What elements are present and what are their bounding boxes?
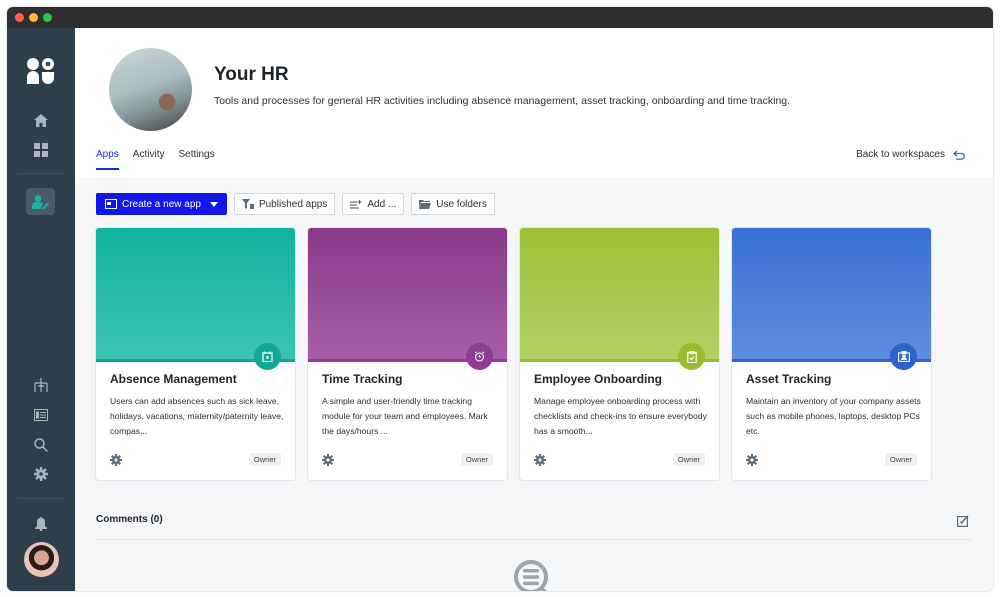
sidebar-item-home[interactable] — [7, 110, 75, 130]
app-settings-gear-icon[interactable] — [534, 453, 546, 471]
back-to-workspaces-link[interactable]: Back to workspaces — [856, 149, 965, 160]
app-card-badge — [254, 343, 281, 370]
add-button[interactable]: Add ... — [342, 193, 405, 215]
user-avatar[interactable] — [24, 542, 59, 577]
app-card-title: Absence Management — [110, 372, 237, 386]
grid-icon — [34, 143, 48, 157]
app-card-badge — [678, 343, 705, 370]
apps-toolbar: Create a new app Published apps Add ... … — [96, 193, 495, 215]
create-new-app-label: Create a new app — [122, 198, 201, 210]
calendar-icon — [262, 351, 273, 362]
app-card-badge — [466, 343, 493, 370]
page-title: Your HR — [214, 64, 289, 85]
alarm-clock-icon — [474, 351, 485, 362]
app-card[interactable]: Absence Management Users can add absence… — [96, 228, 295, 480]
window-titlebar — [7, 7, 993, 28]
app-card-cover — [96, 228, 295, 362]
comments-title: Comments (0) — [96, 514, 163, 525]
app-card-cover — [732, 228, 931, 362]
tab-settings[interactable]: Settings — [178, 149, 214, 170]
page-description: Tools and processes for general HR activ… — [214, 95, 791, 107]
workspace-header: Your HR Tools and processes for general … — [75, 28, 993, 177]
app-card[interactable]: Time Tracking A simple and user-friendly… — [308, 228, 507, 480]
add-label: Add ... — [367, 198, 397, 210]
app-card-title: Asset Tracking — [746, 372, 832, 386]
app-card-description: Users can add absences such as sick leav… — [110, 396, 284, 436]
sidebar-item-notifications[interactable] — [7, 515, 75, 533]
comment-search-icon — [514, 560, 554, 591]
sidebar-item-hr-workspace[interactable] — [26, 188, 55, 215]
create-new-app-button[interactable]: Create a new app — [96, 193, 227, 215]
app-settings-gear-icon[interactable] — [746, 453, 758, 471]
app-card-cover — [520, 228, 719, 362]
add-comment-edit-icon[interactable] — [957, 514, 969, 532]
sidebar — [7, 28, 75, 591]
tab-activity[interactable]: Activity — [133, 149, 165, 170]
published-apps-label: Published apps — [258, 198, 328, 210]
app-settings-gear-icon[interactable] — [110, 453, 122, 471]
workspace-image — [109, 48, 192, 131]
gear-icon — [34, 467, 48, 481]
use-folders-button[interactable]: Use folders — [411, 193, 495, 215]
sidebar-divider — [17, 173, 65, 174]
app-card-title: Time Tracking — [322, 372, 403, 386]
app-logo-icon[interactable] — [7, 56, 75, 86]
app-settings-gear-icon[interactable] — [322, 453, 334, 471]
user-edit-icon — [32, 194, 49, 209]
hierarchy-icon — [34, 378, 48, 392]
app-cards: Absence Management Users can add absence… — [96, 228, 931, 480]
close-window-button[interactable] — [15, 13, 24, 22]
role-badge: Owner — [460, 453, 493, 466]
role-badge: Owner — [248, 453, 281, 466]
search-icon — [34, 438, 48, 452]
app-card[interactable]: Asset Tracking Maintain an inventory of … — [732, 228, 931, 480]
use-folders-label: Use folders — [436, 198, 487, 210]
app-card-description: A simple and user-friendly time tracking… — [322, 396, 488, 436]
clipboard-check-icon — [686, 350, 697, 363]
back-link-label: Back to workspaces — [856, 149, 945, 160]
sidebar-item-search[interactable] — [7, 436, 75, 454]
app-card-description: Manage employee onboarding process with … — [534, 396, 707, 436]
sidebar-item-settings[interactable] — [7, 465, 75, 483]
app-card-title: Employee Onboarding — [534, 372, 663, 386]
sidebar-divider — [17, 498, 65, 499]
main-content: Your HR Tools and processes for general … — [75, 28, 993, 591]
minimize-window-button[interactable] — [29, 13, 38, 22]
workspace-tabs: Apps Activity Settings — [96, 149, 215, 170]
maximize-window-button[interactable] — [43, 13, 52, 22]
app-card[interactable]: Employee Onboarding Manage employee onbo… — [520, 228, 719, 480]
filter-icon — [241, 199, 254, 209]
undo-arrow-icon — [953, 150, 965, 160]
caret-down-icon — [209, 201, 218, 207]
app-card-badge — [890, 343, 917, 370]
table-icon — [34, 409, 48, 421]
app-window: Your HR Tools and processes for general … — [7, 7, 993, 591]
tab-apps[interactable]: Apps — [96, 149, 119, 170]
comments-divider — [96, 539, 972, 540]
app-window-icon — [105, 199, 117, 209]
app-card-cover — [308, 228, 507, 362]
role-badge: Owner — [884, 453, 917, 466]
app-card-description: Maintain an inventory of your company as… — [746, 396, 921, 436]
folder-icon — [419, 199, 432, 209]
bell-icon — [35, 517, 47, 531]
sidebar-item-dashboard[interactable] — [7, 140, 75, 160]
id-badge-icon — [897, 351, 910, 362]
add-list-icon — [350, 199, 362, 209]
role-badge: Owner — [672, 453, 705, 466]
sidebar-item-tables[interactable] — [7, 406, 75, 424]
published-apps-button[interactable]: Published apps — [233, 193, 336, 215]
home-icon — [34, 113, 48, 127]
sidebar-item-org-chart[interactable] — [7, 376, 75, 394]
